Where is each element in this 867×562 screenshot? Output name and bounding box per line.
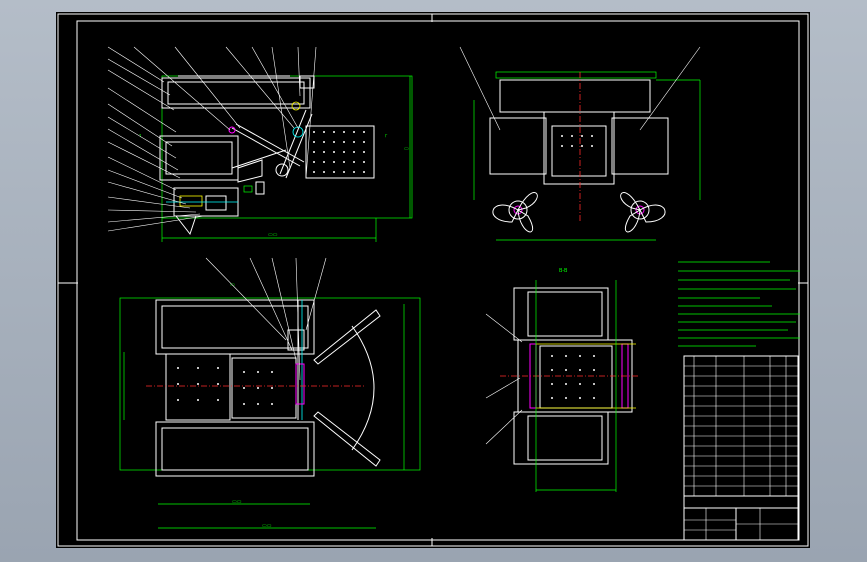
svg-text:▭▭: ▭▭ [232,499,242,505]
inner-border [76,20,800,541]
front-holes [561,135,593,147]
svg-text:▭▭: ▭▭ [262,523,272,529]
svg-text:▭▭: ▭▭ [268,232,278,238]
cad-viewport[interactable]: ▭▭ ▭ ┐ ┌ ▭▭ ▭▭ ▭ B-B [0,0,867,562]
svg-text:▭: ▭ [404,146,409,152]
cad-drawing: ▭▭ ▭ ┐ ┌ ▭▭ ▭▭ ▭ B-B [57,13,809,547]
title-block [683,355,799,541]
drawing-sheet[interactable]: ▭▭ ▭ ┐ ┌ ▭▭ ▭▭ ▭ B-B [56,12,810,548]
technical-notes [678,261,800,347]
section-label: B-B [559,268,568,274]
plate-holes [313,131,365,173]
plan-view: ▭▭ ▭▭ ▭ [119,257,421,529]
svg-text:┌: ┌ [384,132,388,138]
section-view: B-B [485,268,640,492]
front-view [459,46,701,241]
section-holes [551,355,595,399]
leader-lines [107,46,317,232]
side-view: ▭▭ ▭ ┐ ┌ [107,46,413,242]
